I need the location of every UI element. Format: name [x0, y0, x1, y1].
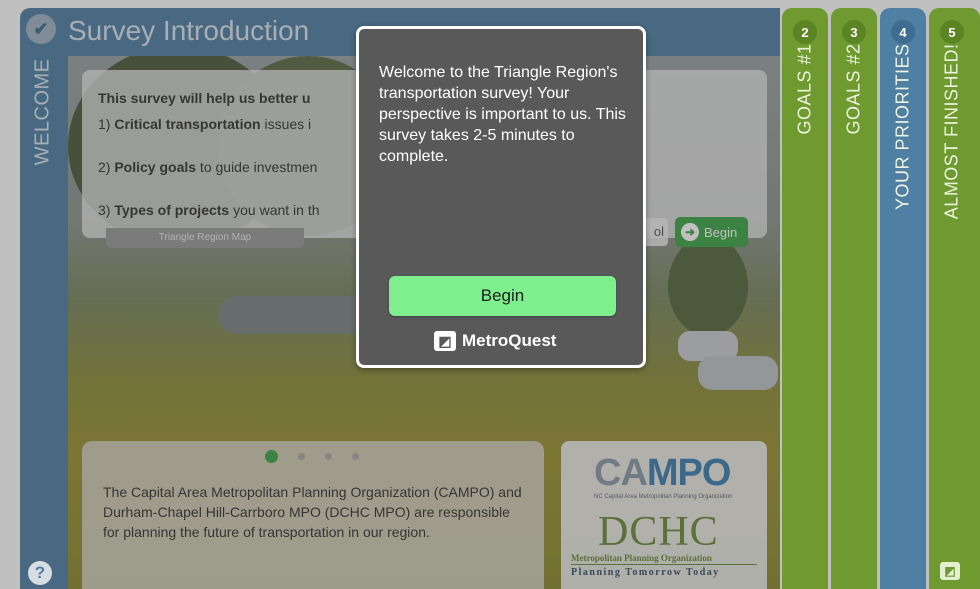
survey-screen: ✔ Survey Introduction WELCOME This surve… [0, 0, 980, 589]
step-number: 3 [842, 20, 866, 44]
step-label: GOALS #1 [794, 43, 815, 135]
step-number: 5 [940, 20, 964, 44]
step-tab-priorities[interactable]: 4 YOUR PRIORITIES [880, 8, 926, 589]
step-label: YOUR PRIORITIES [892, 43, 913, 211]
step-tab-goals-2[interactable]: 3 GOALS #2 [831, 8, 877, 589]
step-tab-almost-finished[interactable]: 5 ALMOST FINISHED! [929, 8, 980, 589]
step-number: 4 [891, 20, 915, 44]
begin-button[interactable]: Begin [389, 276, 616, 316]
step-number: 2 [793, 20, 817, 44]
step-label: GOALS #2 [843, 43, 864, 135]
step-label: ALMOST FINISHED! [941, 43, 962, 220]
metroquest-mark-icon: ◩ [434, 331, 456, 351]
metroquest-brand: MetroQuest [462, 331, 557, 350]
modal-message: Welcome to the Triangle Region's transpo… [379, 64, 626, 165]
metroquest-logo: ◩ MetroQuest [434, 331, 556, 351]
help-icon[interactable]: ? [28, 561, 52, 585]
step-tab-goals-1[interactable]: 2 GOALS #1 [782, 8, 828, 589]
metroquest-icon: ◩ [940, 562, 960, 580]
welcome-modal: Welcome to the Triangle Region's transpo… [356, 26, 646, 368]
